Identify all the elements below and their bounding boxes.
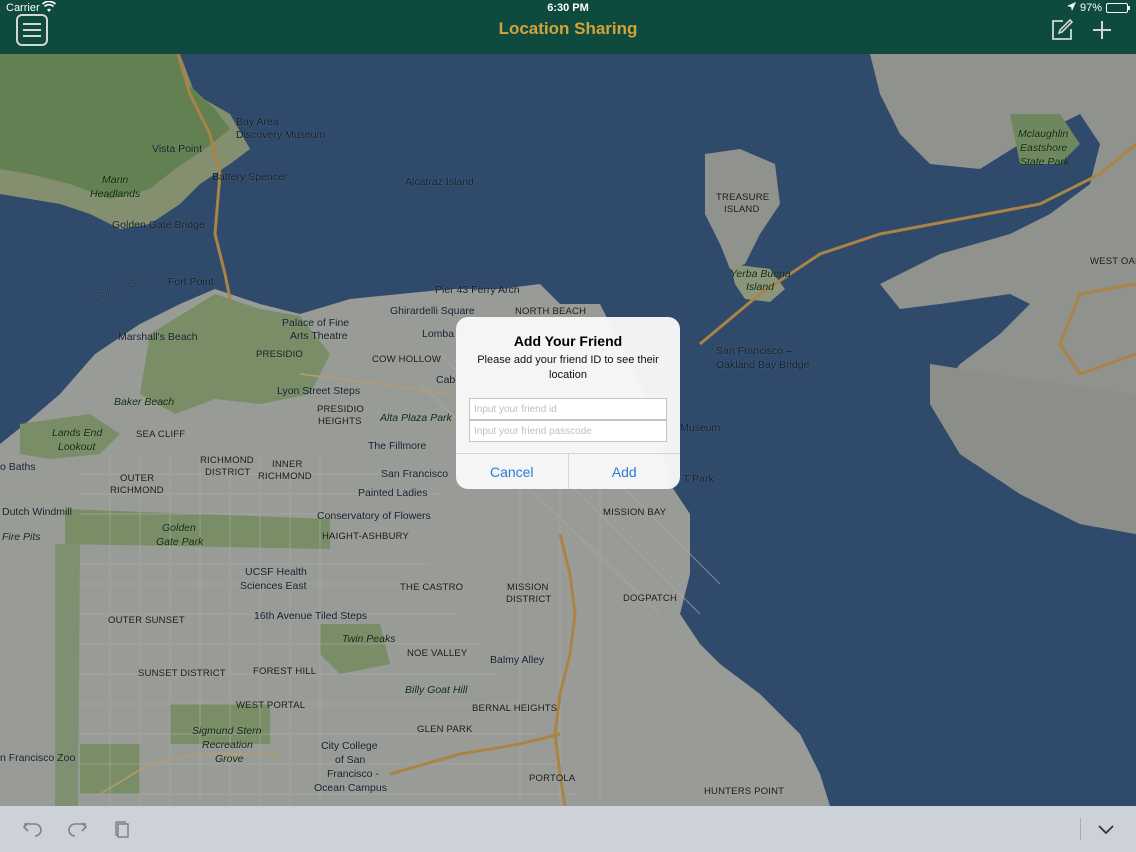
status-bar: Carrier 6:30 PM 97% [0, 0, 1136, 16]
toolbar-divider [1080, 818, 1081, 840]
battery-icon [1106, 3, 1130, 13]
clipboard-icon [115, 821, 129, 838]
chevron-down-icon [1098, 825, 1114, 835]
compose-button[interactable] [1050, 18, 1074, 42]
dialog-title: Add Your Friend [513, 333, 623, 349]
paste-button[interactable] [112, 819, 134, 839]
add-friend-button[interactable] [1090, 18, 1114, 42]
page-title: Location Sharing [498, 19, 638, 38]
plus-icon [1093, 21, 1111, 39]
battery-percent: 97% [1079, 2, 1102, 14]
location-arrow-icon [1066, 2, 1076, 14]
dismiss-keyboard-button[interactable] [1095, 819, 1117, 839]
friend-passcode-input[interactable] [469, 420, 667, 442]
undo-icon [22, 822, 42, 837]
friend-id-input[interactable] [469, 398, 667, 420]
dialog-message: Please add your friend ID to see their l… [477, 354, 659, 381]
status-time: 6:30 PM [547, 2, 589, 14]
cancel-button[interactable]: Cancel [456, 454, 569, 489]
redo-button[interactable] [66, 819, 88, 839]
redo-icon [68, 822, 88, 837]
undo-button[interactable] [22, 819, 44, 839]
add-button[interactable]: Add [569, 454, 681, 489]
navigation-bar: Carrier 6:30 PM 97% Location Sharing [0, 0, 1136, 54]
status-right: 97% [1066, 2, 1130, 14]
shortcut-toolbar [0, 806, 1136, 852]
dialog-buttons: Cancel Add [456, 453, 680, 489]
add-friend-dialog: Add Your Friend Please add your friend I… [456, 317, 680, 489]
compose-icon [1052, 18, 1074, 40]
